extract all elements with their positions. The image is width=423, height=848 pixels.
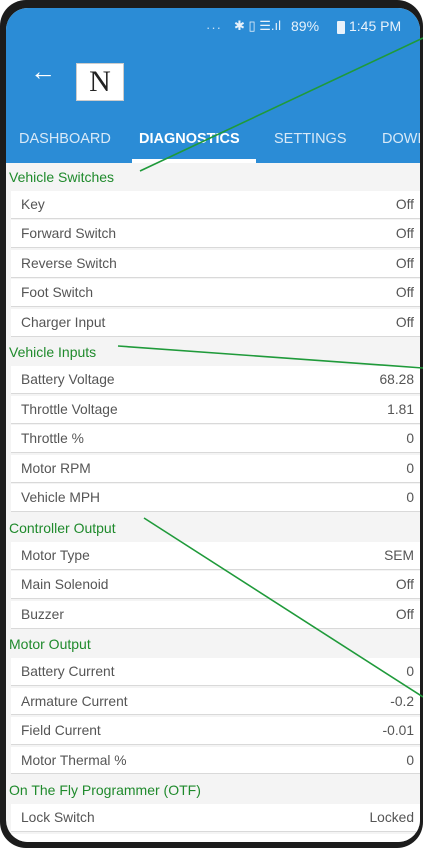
- tab-downloads[interactable]: DOWI: [382, 116, 420, 163]
- row-value: 0: [406, 431, 414, 447]
- row-label: Battery Current: [21, 664, 115, 680]
- row-label: Field Current: [21, 723, 101, 739]
- row-value: Off: [395, 255, 414, 271]
- row-value: Off: [395, 606, 414, 622]
- status-overflow-dots: ···: [206, 20, 222, 35]
- diagnostic-row: Throttle Voltage 1.81: [11, 395, 420, 424]
- section-header: Vehicle Switches: [6, 163, 420, 191]
- tab-settings[interactable]: SETTINGS: [274, 116, 347, 163]
- diagnostic-row: Top Speed 100%: [11, 833, 420, 842]
- row-value: Off: [395, 197, 414, 212]
- row-value: Off: [395, 226, 414, 242]
- diagnostic-row: Forward Switch Off: [11, 220, 420, 249]
- row-label: Foot Switch: [21, 285, 94, 301]
- row-label: Lock Switch: [21, 810, 95, 826]
- row-value: 0: [406, 664, 414, 680]
- row-label: Vehicle MPH: [21, 490, 100, 506]
- diagnostics-list[interactable]: Vehicle Switches Key Off Forward Switch Off R…: [6, 163, 420, 842]
- diagnostic-row: Motor Thermal % 0: [11, 746, 420, 775]
- row-value: Off: [395, 285, 414, 301]
- diagnostic-row: Battery Current 0: [11, 658, 420, 686]
- back-arrow-icon[interactable]: ←: [30, 56, 56, 87]
- section-header: Vehicle Inputs: [6, 338, 420, 367]
- diagnostic-row: Motor Type SEM: [11, 541, 420, 570]
- section-header: Motor Output: [6, 630, 420, 659]
- row-label: Battery Voltage: [21, 372, 115, 388]
- phone-screen: ··· ✱ ▯ ☰.ıl 89% 1:45 PM ← N DASHBOARD D…: [6, 8, 420, 842]
- diagnostic-row: Lock Switch Locked: [11, 804, 420, 832]
- row-label: Throttle Voltage: [21, 401, 118, 417]
- row-label: Motor Type: [21, 547, 90, 563]
- diagnostic-row: Vehicle MPH 0: [11, 484, 420, 513]
- diagnostic-row: Battery Voltage 68.28: [11, 366, 420, 395]
- row-label: Buzzer: [21, 606, 64, 622]
- row-value: 68.28: [379, 372, 414, 388]
- row-value: 0: [406, 490, 414, 506]
- tab-dashboard[interactable]: DASHBOARD: [19, 116, 111, 163]
- row-value: 1.81: [387, 401, 414, 417]
- diagnostic-row: Throttle % 0: [11, 425, 420, 454]
- row-label: Reverse Switch: [21, 255, 117, 271]
- battery-icon: [337, 21, 345, 34]
- app-logo: N: [76, 63, 124, 101]
- row-value: Locked: [369, 810, 415, 826]
- row-label: Forward Switch: [21, 226, 117, 242]
- diagnostic-row: Field Current -0.01: [11, 717, 420, 745]
- diagnostic-row: Charger Input Off: [11, 308, 420, 337]
- diagnostic-row: Key Off: [11, 191, 420, 219]
- diagnostic-row: Main Solenoid Off: [11, 571, 420, 600]
- row-label: Motor Thermal %: [21, 752, 127, 768]
- phone-frame: ··· ✱ ▯ ☰.ıl 89% 1:45 PM ← N DASHBOARD D…: [0, 0, 423, 848]
- row-value: 0: [406, 460, 414, 476]
- row-label: Key: [21, 197, 45, 212]
- status-bar: ··· ✱ ▯ ☰.ıl 89% 1:45 PM: [6, 8, 420, 44]
- row-label: Throttle %: [21, 431, 84, 447]
- status-icons: ✱ ▯ ☰.ıl: [234, 18, 282, 33]
- battery-percent: 89%: [291, 18, 320, 34]
- section-header: On The Fly Programmer (OTF): [6, 776, 420, 805]
- row-label: Top Speed: [21, 840, 87, 842]
- row-value: -0.2: [390, 693, 414, 709]
- row-value: -0.01: [382, 723, 414, 739]
- row-value: Off: [395, 577, 414, 593]
- tab-diagnostics[interactable]: DIAGNOSTICS: [139, 116, 240, 163]
- tab-bar: DASHBOARD DIAGNOSTICS SETTINGS DOWI: [6, 116, 420, 163]
- row-label: Charger Input: [21, 314, 106, 330]
- diagnostic-row: Reverse Switch Off: [11, 249, 420, 278]
- diagnostic-row: Foot Switch Off: [11, 279, 420, 308]
- diagnostic-row: Motor RPM 0: [11, 454, 420, 483]
- section-header: Controller Output: [6, 513, 420, 542]
- row-value: 100%: [379, 840, 414, 842]
- row-label: Main Solenoid: [21, 577, 109, 593]
- row-value: 0: [406, 752, 414, 768]
- status-time: 1:45 PM: [349, 18, 402, 34]
- row-value: SEM: [384, 547, 414, 563]
- app-bar: ··· ✱ ▯ ☰.ıl 89% 1:45 PM ← N DASHBOARD D…: [6, 8, 420, 163]
- diagnostic-row: Armature Current -0.2: [11, 687, 420, 716]
- diagnostic-row: Buzzer Off: [11, 600, 420, 629]
- row-value: Off: [395, 314, 414, 330]
- row-label: Motor RPM: [21, 460, 91, 476]
- row-label: Armature Current: [21, 693, 128, 709]
